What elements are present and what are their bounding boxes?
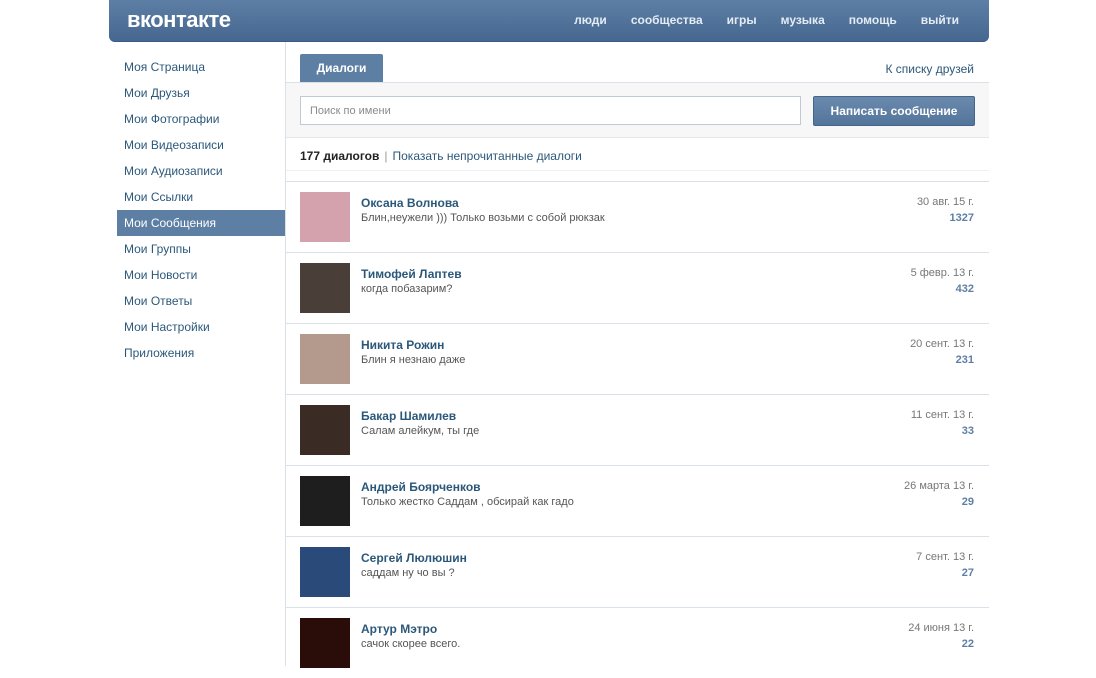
- dialog-message: Салам алейкум, ты где: [361, 425, 480, 437]
- dialog-name[interactable]: Сергей Люлюшин: [361, 551, 467, 565]
- dialog-list: Оксана Волнова Блин,неужели ))) Только во…: [286, 181, 989, 678]
- dialog-row[interactable]: Бакар Шамилев Салам алейкум, ты где 11 сен…: [286, 394, 989, 465]
- avatar[interactable]: [300, 618, 350, 668]
- dialog-message: Блин,неужели ))) Только возьми с собой р…: [361, 212, 605, 224]
- sidebar-item[interactable]: Приложения: [117, 340, 285, 366]
- message-count: 231: [955, 354, 974, 366]
- friends-list-link[interactable]: К списку друзей: [885, 62, 974, 76]
- write-message-button[interactable]: Написать сообщение: [813, 96, 975, 126]
- messages-panel: Диалоги К списку друзей Написать сообщен…: [286, 42, 989, 668]
- dialog-message: Блин я незнаю даже: [361, 354, 466, 366]
- dialog-name[interactable]: Артур Мэтро: [361, 622, 437, 636]
- dialog-message: когда побазарим?: [361, 283, 453, 295]
- avatar[interactable]: [300, 263, 350, 313]
- avatar[interactable]: [300, 192, 350, 242]
- message-count: 22: [961, 638, 974, 650]
- sidebar-item[interactable]: Мои Настройки: [117, 314, 285, 340]
- dialog-message: саддам ну чо вы ?: [361, 567, 455, 579]
- sidebar-menu: Моя Страница Мои Друзья Мои Фотографии Мои …: [117, 54, 285, 366]
- dialog-message: Только жестко Саддам , обсирай как гадо: [361, 496, 574, 508]
- avatar[interactable]: [300, 476, 350, 526]
- message-count: 432: [955, 283, 974, 295]
- nav-logout[interactable]: выйти: [921, 13, 959, 27]
- dialog-date: 20 сент. 13 г.: [910, 338, 974, 350]
- message-count: 1327: [949, 212, 974, 224]
- nav-games[interactable]: игры: [727, 13, 757, 27]
- dialog-date: 11 сент. 13 г.: [910, 409, 974, 421]
- dialog-date: 24 июня 13 г.: [908, 622, 974, 634]
- avatar[interactable]: [300, 405, 350, 455]
- message-count: 33: [961, 425, 974, 437]
- dialog-count: 177 диалогов: [300, 149, 380, 163]
- sidebar-item[interactable]: Мои Видеозаписи: [117, 132, 285, 158]
- dialog-name[interactable]: Тимофей Лаптев: [361, 267, 462, 281]
- dialog-row[interactable]: Никита Рожин Блин я незнаю даже 20 сент. 1…: [286, 323, 989, 394]
- avatar[interactable]: [300, 334, 350, 384]
- dialog-date: 7 сент. 13 г.: [916, 551, 974, 563]
- top-nav: люди сообщества игры музыка помощь выйти: [550, 13, 959, 27]
- dialog-date: 30 авг. 15 г.: [916, 196, 974, 208]
- message-count: 29: [961, 496, 974, 508]
- dialog-date: 5 февр. 13 г.: [910, 267, 974, 279]
- sidebar-item[interactable]: Моя Страница: [117, 54, 285, 80]
- sidebar-item[interactable]: Мои Группы: [117, 236, 285, 262]
- show-unread-link[interactable]: Показать непрочитанные диалоги: [393, 149, 582, 163]
- dialog-name[interactable]: Бакар Шамилев: [361, 409, 456, 423]
- dialog-summary: 177 диалогов | Показать непрочитанные диал…: [300, 149, 582, 163]
- sidebar-item[interactable]: Мои Друзья: [117, 80, 285, 106]
- sidebar-item[interactable]: Мои Аудиозаписи: [117, 158, 285, 184]
- search-input[interactable]: [300, 96, 801, 125]
- avatar[interactable]: [300, 547, 350, 597]
- dialog-name[interactable]: Оксана Волнова: [361, 196, 459, 210]
- nav-music[interactable]: музыка: [781, 13, 825, 27]
- top-header: вконтакте люди сообщества игры музыка по…: [109, 0, 989, 42]
- dialog-row[interactable]: Сергей Люлюшин саддам ну чо вы ? 7 сент. 1…: [286, 536, 989, 607]
- tab-bar: Диалоги К списку друзей: [286, 42, 989, 83]
- search-bar: Написать сообщение: [286, 83, 989, 138]
- dialog-name[interactable]: Андрей Боярченков: [361, 480, 481, 494]
- nav-help[interactable]: помощь: [849, 13, 897, 27]
- sidebar-item[interactable]: Мои Новости: [117, 262, 285, 288]
- sidebar-item[interactable]: Мои Фотографии: [117, 106, 285, 132]
- sidebar-item[interactable]: Мои Ссылки: [117, 184, 285, 210]
- dialog-row[interactable]: Тимофей Лаптев когда побазарим? 5 февр. 13…: [286, 252, 989, 323]
- dialog-date: 26 марта 13 г.: [904, 480, 974, 492]
- dialog-row[interactable]: Андрей Боярченков Только жестко Саддам , …: [286, 465, 989, 536]
- message-count: 27: [961, 567, 974, 579]
- tab-dialogs[interactable]: Диалоги: [300, 54, 383, 82]
- dialog-message: сачок скорее всего.: [361, 638, 461, 650]
- summary-divider: [286, 170, 989, 171]
- summary-separator: |: [384, 149, 388, 163]
- dialog-row[interactable]: Артур Мэтро сачок скорее всего. 24 июня 13…: [286, 607, 989, 678]
- nav-communities[interactable]: сообщества: [631, 13, 703, 27]
- sidebar-item[interactable]: Мои Сообщения: [117, 210, 285, 236]
- sidebar-item[interactable]: Мои Ответы: [117, 288, 285, 314]
- dialog-name[interactable]: Никита Рожин: [361, 338, 444, 352]
- dialog-row[interactable]: Оксана Волнова Блин,неужели ))) Только во…: [286, 181, 989, 252]
- nav-people[interactable]: люди: [574, 13, 607, 27]
- site-logo[interactable]: вконтакте: [127, 7, 231, 33]
